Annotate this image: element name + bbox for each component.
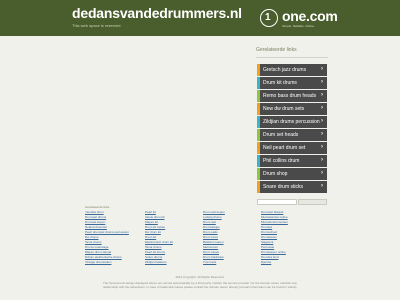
related-link[interactable]: Gretsch jazz drums ›	[257, 64, 327, 76]
related-link-label: Drum shop	[263, 171, 288, 177]
logo-subtext: Simple. Reliable. Online.	[282, 24, 315, 28]
related-link-label: Zildjian drums percussion	[263, 119, 320, 125]
color-accent-bar	[257, 116, 260, 128]
color-accent-bar	[257, 155, 260, 167]
search-input[interactable]	[257, 199, 297, 205]
divider	[256, 57, 328, 58]
color-accent-bar	[257, 181, 260, 193]
related-link[interactable]: Snare drum sticks ›	[257, 181, 327, 193]
directory-link[interactable]: Zildjian bekkens	[145, 260, 200, 265]
related-link[interactable]: Zildjian drums percussion ›	[257, 116, 327, 128]
related-link-label: Drum kit drums	[263, 80, 297, 86]
related-link[interactable]: Phil collins drum ›	[257, 155, 327, 167]
related-link[interactable]: Neil peart drum set ›	[257, 142, 327, 154]
directory-link[interactable]: Trommels	[203, 260, 258, 265]
chevron-right-icon: ›	[321, 79, 323, 85]
header-banner: dedansvandedrummers.nl This web space is…	[0, 0, 400, 36]
disclaimer-text: The Sponsored Listings displayed above a…	[102, 281, 298, 289]
logo-circle-icon: 1	[260, 9, 278, 27]
color-accent-bar	[257, 129, 260, 141]
related-link[interactable]: New dw drum sets ›	[257, 103, 327, 115]
directory-column: Drumstel Roland Muziekwinkel online Muziek…	[261, 210, 316, 265]
directory-column: Yamaha drum Drumstel drums Drumset kopen Ro…	[85, 210, 140, 265]
color-accent-bar	[257, 103, 260, 115]
domain-title: dedansvandedrummers.nl	[72, 5, 242, 21]
directory-link[interactable]: Vintage drumstellen	[85, 260, 140, 265]
related-link-label: New dw drum sets	[263, 106, 305, 112]
related-link[interactable]: Remo bass drum heads ›	[257, 90, 327, 102]
chevron-right-icon: ›	[321, 170, 323, 176]
color-accent-bar	[257, 168, 260, 180]
related-link-label: Gretsch jazz drums	[263, 67, 307, 73]
chevron-right-icon: ›	[321, 131, 323, 137]
header-tagline: This web space is reserved	[72, 23, 121, 28]
related-link-label: Remo bass drum heads	[263, 93, 317, 99]
chevron-right-icon: ›	[321, 157, 323, 163]
color-accent-bar	[257, 77, 260, 89]
related-link[interactable]: Drum set heads ›	[257, 129, 327, 141]
related-link-label: Neil peart drum set	[263, 145, 306, 151]
logo-mark: 1	[265, 12, 271, 23]
search-form	[257, 199, 327, 205]
search-button[interactable]	[298, 199, 327, 205]
chevron-right-icon: ›	[321, 105, 323, 111]
color-accent-bar	[257, 90, 260, 102]
copyright-text: 2012 Copyright. All Rights Reserved.	[175, 275, 225, 279]
related-link-label: Snare drum sticks	[263, 184, 304, 190]
chevron-right-icon: ›	[321, 92, 323, 98]
related-links-list: Gretsch jazz drums › Drum kit drums › Remo b…	[257, 64, 327, 194]
chevron-right-icon: ›	[321, 66, 323, 72]
directory-column: Drum stel kopen Ludwig drums Drum stel Drum…	[203, 210, 258, 265]
link-directory: Yamaha drum Drumstel drums Drumset kopen Ro…	[85, 210, 325, 270]
chevron-right-icon: ›	[321, 144, 323, 150]
related-link-label: Drum set heads	[263, 132, 299, 138]
chevron-right-icon: ›	[321, 118, 323, 124]
logo-text: one.com	[282, 8, 338, 24]
directory-link[interactable]: Djembe	[261, 260, 316, 265]
related-link[interactable]: Drum shop ›	[257, 168, 327, 180]
directory-title: Gerelateerde links	[85, 205, 110, 209]
related-link-label: Phil collins drum	[263, 158, 300, 164]
related-links-title: Gerelateerde links	[256, 47, 297, 53]
color-accent-bar	[257, 64, 260, 76]
related-link[interactable]: Drum kit drums ›	[257, 77, 327, 89]
color-accent-bar	[257, 142, 260, 154]
directory-column: Pearl kit Alesis drum kit Mapex kit Drum ki…	[145, 210, 200, 265]
chevron-right-icon: ›	[321, 183, 323, 189]
onecom-logo[interactable]: 1 one.com Simple. Reliable. Online.	[260, 7, 338, 31]
